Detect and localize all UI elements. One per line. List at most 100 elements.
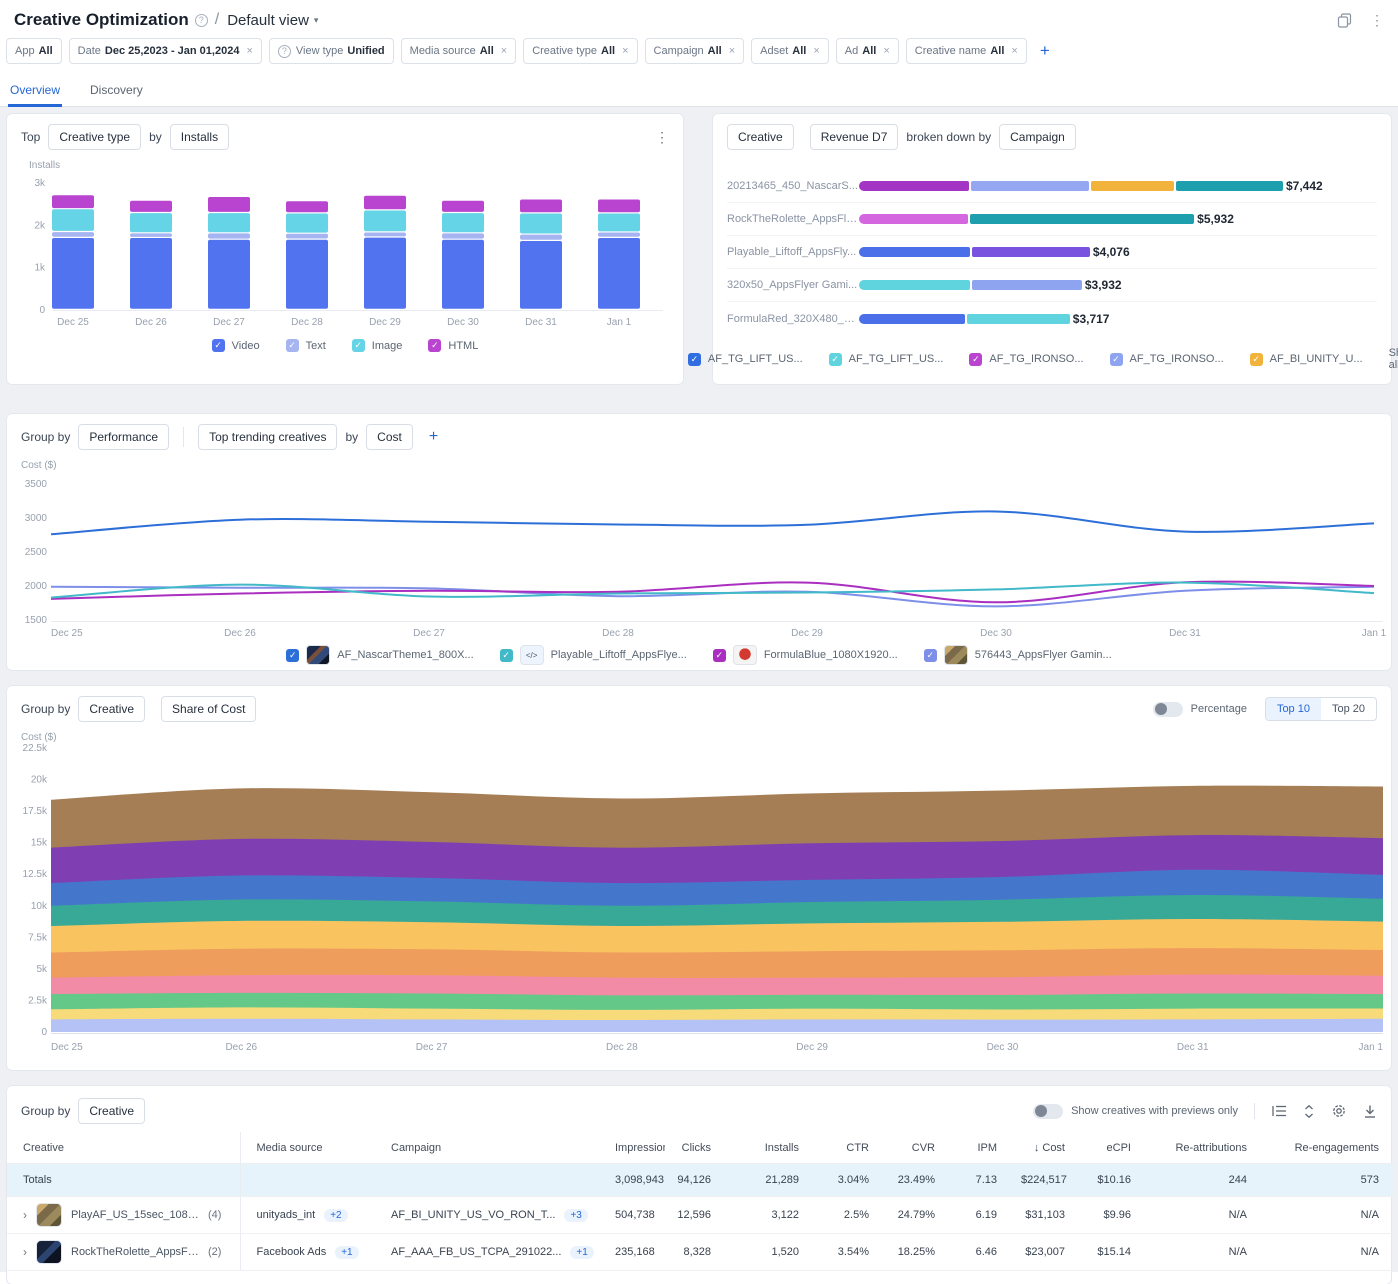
info-icon[interactable]: ? bbox=[195, 14, 208, 27]
legend-item-text[interactable]: ✓Text bbox=[286, 339, 326, 352]
view-name[interactable]: Default view bbox=[227, 12, 309, 29]
table-row[interactable]: ›PlayAF_US_15sec_1080X1920_6...(4)unitya… bbox=[7, 1197, 1393, 1234]
add-metric-button[interactable]: + bbox=[429, 428, 438, 446]
checkbox-checked-icon[interactable]: ✓ bbox=[713, 649, 726, 662]
checkbox-checked-icon[interactable]: ✓ bbox=[500, 649, 513, 662]
checkbox-checked-icon[interactable]: ✓ bbox=[428, 339, 441, 352]
legend-item-campaign[interactable]: ✓AF_TG_IRONSO... bbox=[1110, 353, 1224, 366]
filter-chip-media-source[interactable]: Media sourceAll× bbox=[401, 38, 517, 64]
more-badge[interactable]: +1 bbox=[335, 1246, 358, 1259]
column-header-ecpi[interactable]: eCPI bbox=[1079, 1132, 1145, 1164]
card3-metric-select[interactable]: Cost bbox=[366, 424, 413, 450]
media-source-name: Facebook Ads bbox=[257, 1246, 327, 1258]
gear-icon[interactable] bbox=[1331, 1103, 1347, 1119]
card4-view-select[interactable]: Share of Cost bbox=[161, 696, 256, 722]
filter-chip-campaign[interactable]: CampaignAll× bbox=[645, 38, 745, 64]
close-icon[interactable]: × bbox=[729, 45, 735, 57]
checkbox-checked-icon[interactable]: ✓ bbox=[924, 649, 937, 662]
legend-item-image[interactable]: ✓Image bbox=[352, 339, 403, 352]
legend-item-creative[interactable]: ✓576443_AppsFlyer Gamin... bbox=[924, 645, 1112, 665]
card2-breakdown-select[interactable]: Campaign bbox=[999, 124, 1076, 150]
svg-text:Dec 29: Dec 29 bbox=[369, 317, 401, 328]
filter-chip-ad[interactable]: AdAll× bbox=[836, 38, 899, 64]
column-header-ctr[interactable]: CTR bbox=[813, 1132, 883, 1164]
checkbox-checked-icon[interactable]: ✓ bbox=[688, 353, 701, 366]
filter-chip-view-type[interactable]: ?View typeUnified bbox=[269, 38, 394, 64]
card1-metric-select[interactable]: Installs bbox=[170, 124, 229, 150]
show-all-link[interactable]: Show all bbox=[1389, 347, 1398, 371]
more-badge[interactable]: +1 bbox=[570, 1246, 593, 1259]
close-icon[interactable]: × bbox=[246, 45, 252, 57]
filter-chip-creative-type[interactable]: Creative typeAll× bbox=[523, 38, 637, 64]
filter-chip-adset[interactable]: AdsetAll× bbox=[751, 38, 829, 64]
close-icon[interactable]: × bbox=[1011, 45, 1017, 57]
column-header-re-engagements[interactable]: Re-engagements bbox=[1261, 1132, 1393, 1164]
top-20-button[interactable]: Top 20 bbox=[1321, 698, 1376, 720]
table-row[interactable]: ›RockTheRolette_AppsFlyer_1200...(2)Face… bbox=[7, 1234, 1393, 1271]
legend-item-campaign[interactable]: ✓AF_TG_LIFT_US... bbox=[688, 353, 803, 366]
card5-groupby-select[interactable]: Creative bbox=[78, 1098, 145, 1124]
chevron-down-icon[interactable]: ▾ bbox=[314, 15, 319, 26]
more-badge[interactable]: +2 bbox=[324, 1209, 347, 1222]
legend-item-creative[interactable]: ✓FormulaBlue_1080X1920... bbox=[713, 645, 898, 665]
column-header-media-source[interactable]: Media source bbox=[240, 1132, 375, 1164]
close-icon[interactable]: × bbox=[813, 45, 819, 57]
column-header-creative[interactable]: Creative bbox=[7, 1132, 240, 1164]
column-header-campaign[interactable]: Campaign bbox=[375, 1132, 605, 1164]
filter-chip-app[interactable]: AppAll bbox=[6, 38, 62, 64]
legend-item-campaign[interactable]: ✓AF_TG_IRONSO... bbox=[969, 353, 1083, 366]
svg-text:3k: 3k bbox=[34, 178, 46, 189]
row-density-icon[interactable] bbox=[1271, 1104, 1287, 1118]
legend-item-creative[interactable]: ✓AF_NascarTheme1_800X... bbox=[286, 645, 473, 665]
card2-metric-select[interactable]: Revenue D7 bbox=[810, 124, 899, 150]
card2-entity-select[interactable]: Creative bbox=[727, 124, 794, 150]
more-badge[interactable]: +3 bbox=[564, 1209, 587, 1222]
card3-groupby-select[interactable]: Performance bbox=[78, 424, 169, 450]
close-icon[interactable]: × bbox=[501, 45, 507, 57]
expand-chevron-icon[interactable]: › bbox=[23, 1245, 27, 1259]
filter-value: All bbox=[39, 45, 53, 57]
sort-icon[interactable] bbox=[1303, 1104, 1315, 1119]
card3-view-select[interactable]: Top trending creatives bbox=[198, 424, 337, 450]
download-icon[interactable] bbox=[1363, 1104, 1377, 1119]
legend-item-html[interactable]: ✓HTML bbox=[428, 339, 478, 352]
column-header-clicks[interactable]: Clicks bbox=[665, 1132, 725, 1164]
filter-chip-date[interactable]: DateDec 25,2023 - Jan 01,2024× bbox=[69, 38, 262, 64]
legend-item-campaign[interactable]: ✓AF_TG_LIFT_US... bbox=[829, 353, 944, 366]
previews-only-toggle[interactable] bbox=[1033, 1104, 1063, 1119]
close-icon[interactable]: × bbox=[622, 45, 628, 57]
tab-overview[interactable]: Overview bbox=[8, 78, 62, 106]
checkbox-checked-icon[interactable]: ✓ bbox=[969, 353, 982, 366]
column-header-cvr[interactable]: CVR bbox=[883, 1132, 949, 1164]
card1-dimension-select[interactable]: Creative type bbox=[48, 124, 141, 150]
filter-chip-creative-name[interactable]: Creative nameAll× bbox=[906, 38, 1027, 64]
top-10-button[interactable]: Top 10 bbox=[1266, 698, 1321, 720]
checkbox-checked-icon[interactable]: ✓ bbox=[1110, 353, 1123, 366]
checkbox-checked-icon[interactable]: ✓ bbox=[286, 649, 299, 662]
column-header-ipm[interactable]: IPM bbox=[949, 1132, 1011, 1164]
legend-item-campaign[interactable]: ✓AF_BI_UNITY_U... bbox=[1250, 353, 1363, 366]
hbar-track bbox=[859, 314, 1070, 324]
kebab-menu-icon[interactable]: ⋮ bbox=[655, 129, 669, 146]
column-header-impressions[interactable]: Impressions bbox=[605, 1132, 665, 1164]
expand-chevron-icon[interactable]: › bbox=[23, 1208, 27, 1222]
legend-item-video[interactable]: ✓Video bbox=[212, 339, 260, 352]
copy-icon[interactable] bbox=[1337, 13, 1352, 28]
checkbox-checked-icon[interactable]: ✓ bbox=[352, 339, 365, 352]
column-header-installs[interactable]: Installs bbox=[725, 1132, 813, 1164]
close-icon[interactable]: × bbox=[883, 45, 889, 57]
legend-item-creative[interactable]: ✓</>Playable_Liftoff_AppsFlye... bbox=[500, 645, 687, 665]
checkbox-checked-icon[interactable]: ✓ bbox=[286, 339, 299, 352]
tab-discovery[interactable]: Discovery bbox=[88, 78, 145, 106]
checkbox-checked-icon[interactable]: ✓ bbox=[212, 339, 225, 352]
kebab-menu-icon[interactable]: ⋮ bbox=[1370, 12, 1384, 29]
column-header-cost[interactable]: ↓ Cost bbox=[1011, 1132, 1079, 1164]
column-header-re-attributions[interactable]: Re-attributions bbox=[1145, 1132, 1261, 1164]
checkbox-checked-icon[interactable]: ✓ bbox=[829, 353, 842, 366]
add-filter-button[interactable]: + bbox=[1040, 41, 1050, 61]
card4-groupby-select[interactable]: Creative bbox=[78, 696, 145, 722]
checkbox-checked-icon[interactable]: ✓ bbox=[1250, 353, 1263, 366]
hbar-row-label: 320x50_AppsFlyer Gami... bbox=[727, 279, 859, 291]
percentage-toggle[interactable] bbox=[1153, 702, 1183, 717]
top-n-segmented-control: Top 10 Top 20 bbox=[1265, 697, 1377, 721]
